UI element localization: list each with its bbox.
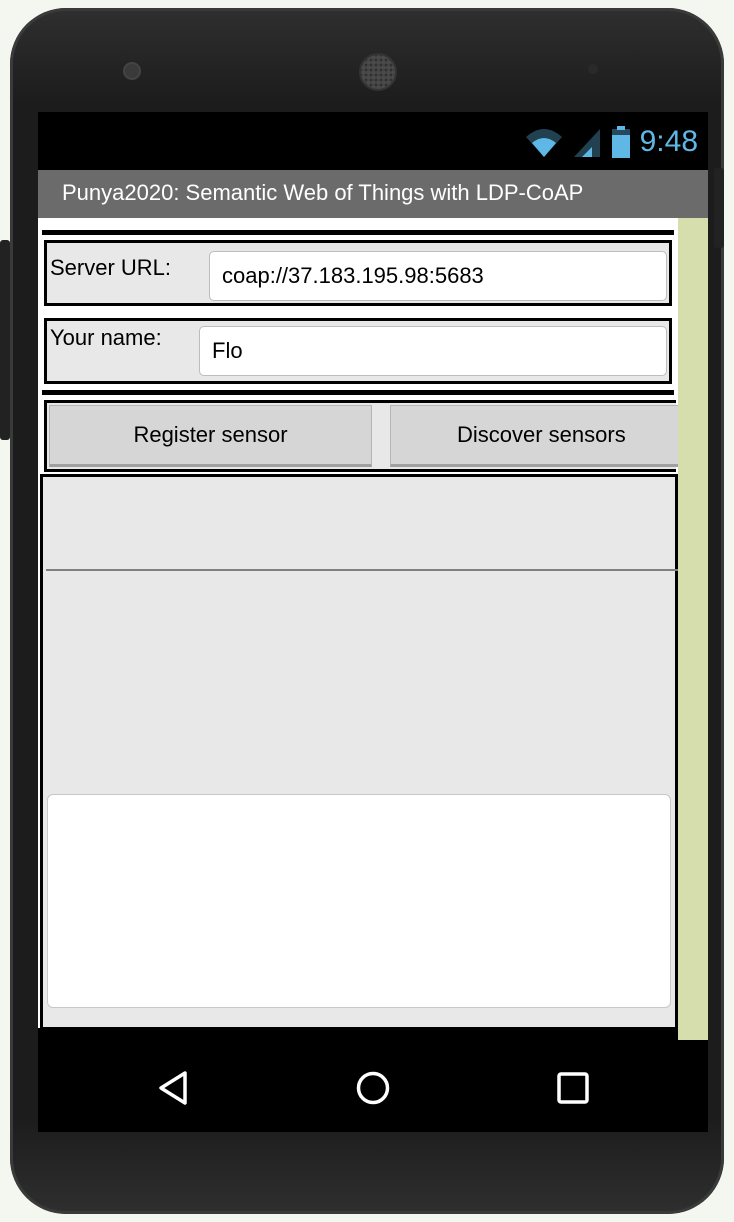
home-icon[interactable] [355,1070,391,1106]
output-divider [46,569,678,571]
app-title-bar: Punya2020: Semantic Web of Things with L… [38,170,708,218]
scrollbar-track[interactable] [678,218,708,1040]
app-title: Punya2020: Semantic Web of Things with L… [62,180,584,205]
buttons-row: Register sensor Discover sensors [44,400,680,472]
server-url-label: Server URL: [50,255,172,280]
register-sensor-button[interactable]: Register sensor [49,405,372,467]
back-icon[interactable] [156,1070,190,1106]
status-clock: 9:48 [639,125,698,158]
divider [42,230,674,235]
earpiece-speaker [359,53,397,91]
server-url-input[interactable]: coap://37.183.195.98:5683 [209,251,667,301]
navigation-bar [38,1040,708,1132]
output-panel [40,474,678,1030]
phone-frame: 9:48 Punya2020: Semantic Web of Things w… [0,8,724,1214]
wifi-icon [525,129,562,157]
divider [42,390,674,395]
volume-button [714,168,724,248]
name-row: Your name: Flo [44,318,672,384]
name-label: Your name: [50,325,162,350]
server-url-row: Server URL: coap://37.183.195.98:5683 [44,240,672,306]
proximity-sensor [588,64,598,74]
screen: 9:48 Punya2020: Semantic Web of Things w… [38,112,708,1132]
recents-icon[interactable] [556,1071,590,1105]
status-bar: 9:48 [38,112,708,170]
discover-sensors-button[interactable]: Discover sensors [390,405,680,467]
name-input[interactable]: Flo [199,326,667,376]
front-camera [123,62,141,80]
signal-icon [573,129,600,157]
output-textbox[interactable] [47,794,671,1008]
app-content: Server URL: coap://37.183.195.98:5683 Yo… [38,218,680,1030]
battery-icon [611,126,630,158]
power-button [0,240,10,440]
